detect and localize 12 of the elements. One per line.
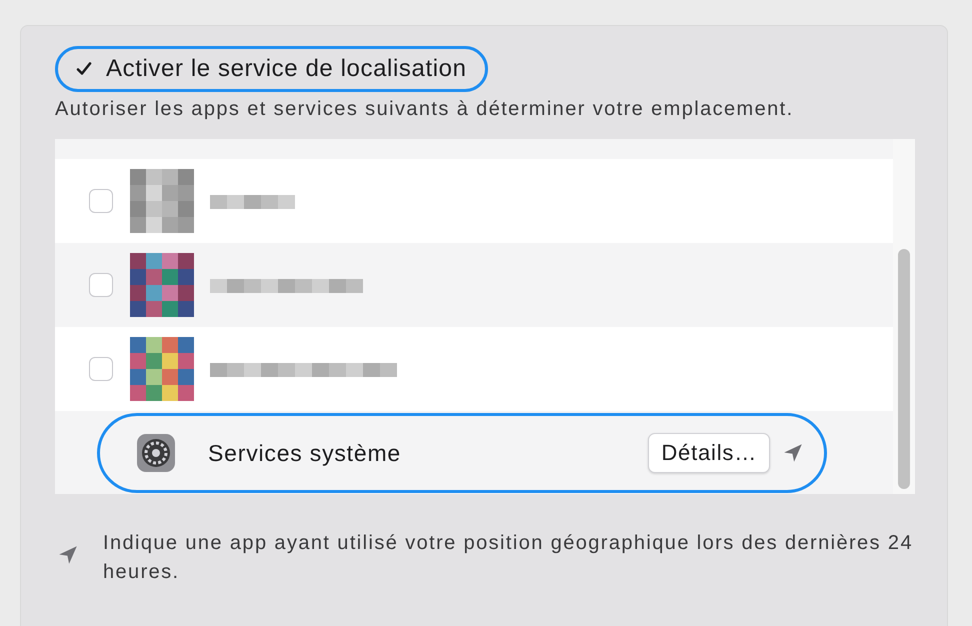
location-arrow-icon [57, 544, 79, 566]
gear-icon [136, 433, 176, 473]
app-checkbox[interactable] [89, 273, 113, 297]
location-service-checkbox[interactable]: Activer le service de localisation [55, 46, 488, 92]
description-text: Autoriser les apps et services suivants à déterminer votre emplacement. [55, 98, 795, 121]
details-button[interactable]: Détails… [648, 433, 770, 473]
scrollbar[interactable] [898, 249, 910, 489]
app-name: Services système [208, 440, 402, 466]
app-checkbox[interactable] [89, 189, 113, 213]
system-services-row[interactable]: Services système Détails… [97, 413, 827, 493]
app-checkbox[interactable] [89, 357, 113, 381]
footnote-text: Indique une app ayant utilisé votre position géographique lors des dernières 24 heures. [103, 531, 913, 585]
